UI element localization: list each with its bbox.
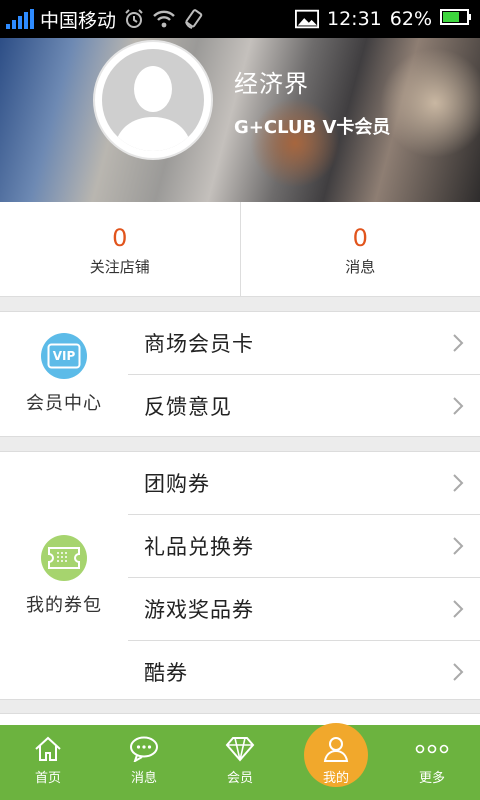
feedback-item[interactable]: 反馈意见 xyxy=(128,375,480,437)
messages-stat[interactable]: 0 消息 xyxy=(239,202,480,296)
diamond-icon xyxy=(225,735,255,763)
rotate-icon xyxy=(182,8,206,30)
alarm-icon xyxy=(122,8,146,30)
tab-mine[interactable]: 我的 xyxy=(288,723,384,800)
more-icon xyxy=(415,735,449,763)
tab-home[interactable]: 首页 xyxy=(0,725,96,800)
tab-label: 首页 xyxy=(34,771,61,786)
tab-member[interactable]: 会员 xyxy=(192,725,288,800)
gift-voucher-item[interactable]: 礼品兑换券 xyxy=(128,515,480,578)
bottom-tab-bar: 首页 消息 会员 我的 更多 xyxy=(0,723,480,800)
list-item-label: 反馈意见 xyxy=(144,395,232,419)
tab-messages[interactable]: 消息 xyxy=(96,725,192,800)
chevron-right-icon xyxy=(453,663,464,681)
ticket-icon xyxy=(41,534,87,581)
chevron-right-icon xyxy=(453,474,464,492)
followed-shops-stat[interactable]: 0 关注店铺 xyxy=(0,202,240,296)
signal-icon xyxy=(6,9,34,29)
messages-count: 0 xyxy=(352,224,368,252)
profile-header: 经济界 G+CLUB V卡会员 xyxy=(0,38,480,202)
avatar[interactable] xyxy=(93,40,213,160)
tab-label: 更多 xyxy=(418,771,445,786)
followed-shops-label: 关注店铺 xyxy=(89,258,150,276)
stats-bar: 0 关注店铺 0 消息 xyxy=(0,202,480,297)
chevron-right-icon xyxy=(453,600,464,618)
member-center-label: 会员中心 xyxy=(26,393,102,414)
status-bar: 中国移动 12:31 62% xyxy=(0,0,480,38)
carrier-name: 中国移动 xyxy=(40,9,117,32)
tab-label: 我的 xyxy=(322,771,349,786)
image-icon xyxy=(295,8,319,30)
chevron-right-icon xyxy=(453,334,464,352)
user-name: 经济界 xyxy=(234,70,309,98)
wifi-icon xyxy=(152,8,176,30)
chevron-right-icon xyxy=(453,397,464,415)
coupon-wallet-section: 我的券包 团购券 礼品兑换券 游戏奖品券 酷券 xyxy=(0,451,480,700)
cool-coupon-item[interactable]: 酷券 xyxy=(128,641,480,703)
group-buy-coupon-item[interactable]: 团购券 xyxy=(128,452,480,515)
tab-label: 会员 xyxy=(226,771,253,786)
list-item-label: 酷券 xyxy=(144,661,188,685)
mall-member-card-item[interactable]: 商场会员卡 xyxy=(128,312,480,375)
home-icon xyxy=(34,735,62,763)
messages-label: 消息 xyxy=(345,258,376,276)
membership-level: G+CLUB V卡会员 xyxy=(234,117,391,138)
vip-card-icon: VIP xyxy=(41,333,87,379)
tab-label: 消息 xyxy=(130,771,157,786)
list-item-label: 商场会员卡 xyxy=(144,332,254,356)
battery-percent: 62% xyxy=(389,8,432,30)
user-icon xyxy=(323,735,349,763)
battery-icon xyxy=(440,8,472,31)
list-item-label: 礼品兑换券 xyxy=(144,535,254,559)
coupon-wallet-label: 我的券包 xyxy=(26,594,102,616)
user-silhouette-icon xyxy=(114,66,192,151)
clock-time: 12:31 xyxy=(327,8,382,30)
vip-icon-text: VIP xyxy=(52,349,76,363)
game-prize-coupon-item[interactable]: 游戏奖品券 xyxy=(128,578,480,641)
list-item-label: 团购券 xyxy=(144,472,210,496)
member-center-section: VIP 会员中心 商场会员卡 反馈意见 xyxy=(0,311,480,437)
followed-shops-count: 0 xyxy=(112,224,128,252)
chat-icon xyxy=(129,735,159,763)
tab-more[interactable]: 更多 xyxy=(384,725,480,800)
list-item-label: 游戏奖品券 xyxy=(144,598,254,622)
chevron-right-icon xyxy=(453,537,464,555)
